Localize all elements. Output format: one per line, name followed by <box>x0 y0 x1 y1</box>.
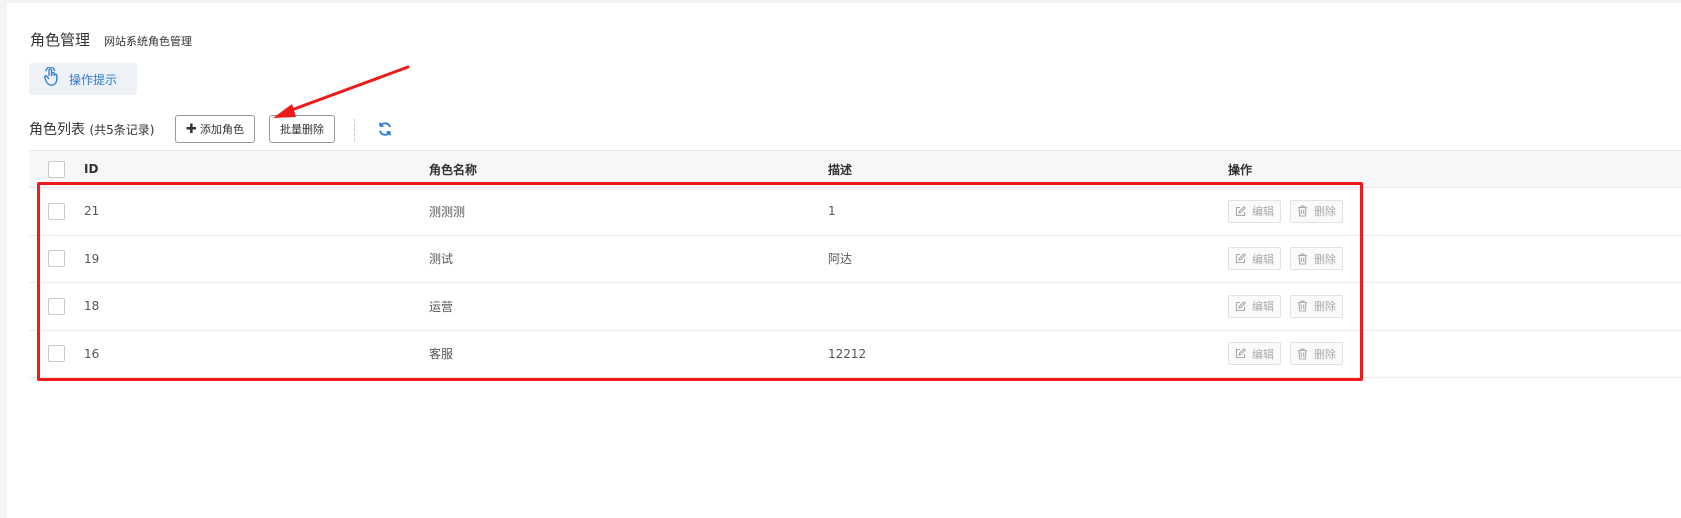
delete-label: 删除 <box>1314 300 1336 314</box>
edit-icon <box>1235 205 1246 216</box>
column-header-id: ID <box>84 162 99 176</box>
delete-button[interactable]: 删除 <box>1290 342 1343 366</box>
column-header-name: 角色名称 <box>429 162 478 177</box>
column-header-desc: 描述 <box>828 162 853 177</box>
delete-button[interactable]: 删除 <box>1290 294 1343 318</box>
edit-label: 编辑 <box>1252 205 1274 219</box>
cell-id: 18 <box>84 299 100 314</box>
trash-icon <box>1298 253 1307 265</box>
cell-desc: 阿达 <box>828 252 853 267</box>
edit-label: 编辑 <box>1252 300 1274 314</box>
cell-ops: 编辑 删除 <box>1228 236 1352 283</box>
table-row: 18 运营 编辑 删除 <box>29 283 1681 331</box>
operation-tips-label: 操作提示 <box>69 72 118 87</box>
cell-name: 客服 <box>429 347 454 362</box>
row-checkbox[interactable] <box>48 297 65 315</box>
delete-button[interactable]: 删除 <box>1290 247 1343 271</box>
batch-delete-button[interactable]: 批量删除 <box>269 115 335 143</box>
delete-label: 删除 <box>1314 205 1336 219</box>
list-title-text: 角色列表 <box>29 122 85 138</box>
delete-label: 删除 <box>1314 347 1336 361</box>
cell-name: 运营 <box>429 299 454 314</box>
edit-button[interactable]: 编辑 <box>1228 247 1281 271</box>
row-checkbox[interactable] <box>48 250 65 268</box>
page-panel: 角色管理 网站系统角色管理 操作提示 角色列表 (共5条记录) ✚ 添加角色 批… <box>7 3 1681 518</box>
column-header-ops: 操作 <box>1228 162 1253 177</box>
trash-icon <box>1298 205 1307 217</box>
row-checkbox[interactable] <box>48 202 65 220</box>
table-header: ID 角色名称 描述 操作 <box>29 150 1681 188</box>
delete-label: 删除 <box>1314 252 1336 266</box>
record-count: (共5条记录) <box>89 123 155 137</box>
cell-id: 16 <box>84 346 100 361</box>
edit-button[interactable]: 编辑 <box>1228 294 1281 318</box>
edit-icon <box>1235 253 1246 264</box>
table-row: 19 测试 阿达 编辑 删除 <box>29 236 1681 283</box>
edit-label: 编辑 <box>1252 347 1274 361</box>
toolbar-divider <box>354 119 355 141</box>
edit-icon <box>1235 300 1246 311</box>
edit-button[interactable]: 编辑 <box>1228 199 1281 223</box>
page-subtitle: 网站系统角色管理 <box>104 35 193 48</box>
trash-icon <box>1298 300 1307 312</box>
edit-button[interactable]: 编辑 <box>1228 342 1281 366</box>
roles-table: ID 角色名称 描述 操作 21 测测测 1 编辑 删除 19 测试 阿达 编辑… <box>29 150 1681 378</box>
plus-icon: ✚ <box>186 121 197 137</box>
trash-icon <box>1298 348 1307 360</box>
list-title: 角色列表 (共5条记录) <box>29 119 154 139</box>
cell-ops: 编辑 删除 <box>1228 188 1352 235</box>
select-all-checkbox[interactable] <box>48 160 65 178</box>
delete-button[interactable]: 删除 <box>1290 199 1343 223</box>
cell-ops: 编辑 删除 <box>1228 283 1352 330</box>
refresh-icon[interactable] <box>377 121 393 137</box>
cell-id: 21 <box>84 204 100 219</box>
list-toolbar: 角色列表 (共5条记录) ✚ 添加角色 批量删除 <box>29 115 429 143</box>
add-role-label: 添加角色 <box>199 123 244 136</box>
edit-icon <box>1235 348 1246 359</box>
add-role-button[interactable]: ✚ 添加角色 <box>175 115 255 143</box>
table-row: 16 客服 12212 编辑 删除 <box>29 331 1681 378</box>
cell-name: 测试 <box>429 252 454 267</box>
page-title: 角色管理 <box>30 31 91 49</box>
cell-desc: 12212 <box>828 346 867 361</box>
edit-label: 编辑 <box>1252 252 1274 266</box>
row-checkbox[interactable] <box>48 345 65 363</box>
batch-delete-label: 批量删除 <box>280 123 324 136</box>
cell-id: 19 <box>84 251 100 266</box>
operation-tips-button[interactable]: 操作提示 <box>29 63 137 95</box>
hand-pointer-icon <box>43 66 61 91</box>
cell-desc: 1 <box>828 204 836 219</box>
cell-name: 测测测 <box>429 204 466 219</box>
cell-ops: 编辑 删除 <box>1228 331 1352 378</box>
page-header: 角色管理 网站系统角色管理 <box>30 29 192 50</box>
table-row: 21 测测测 1 编辑 删除 <box>29 188 1681 236</box>
